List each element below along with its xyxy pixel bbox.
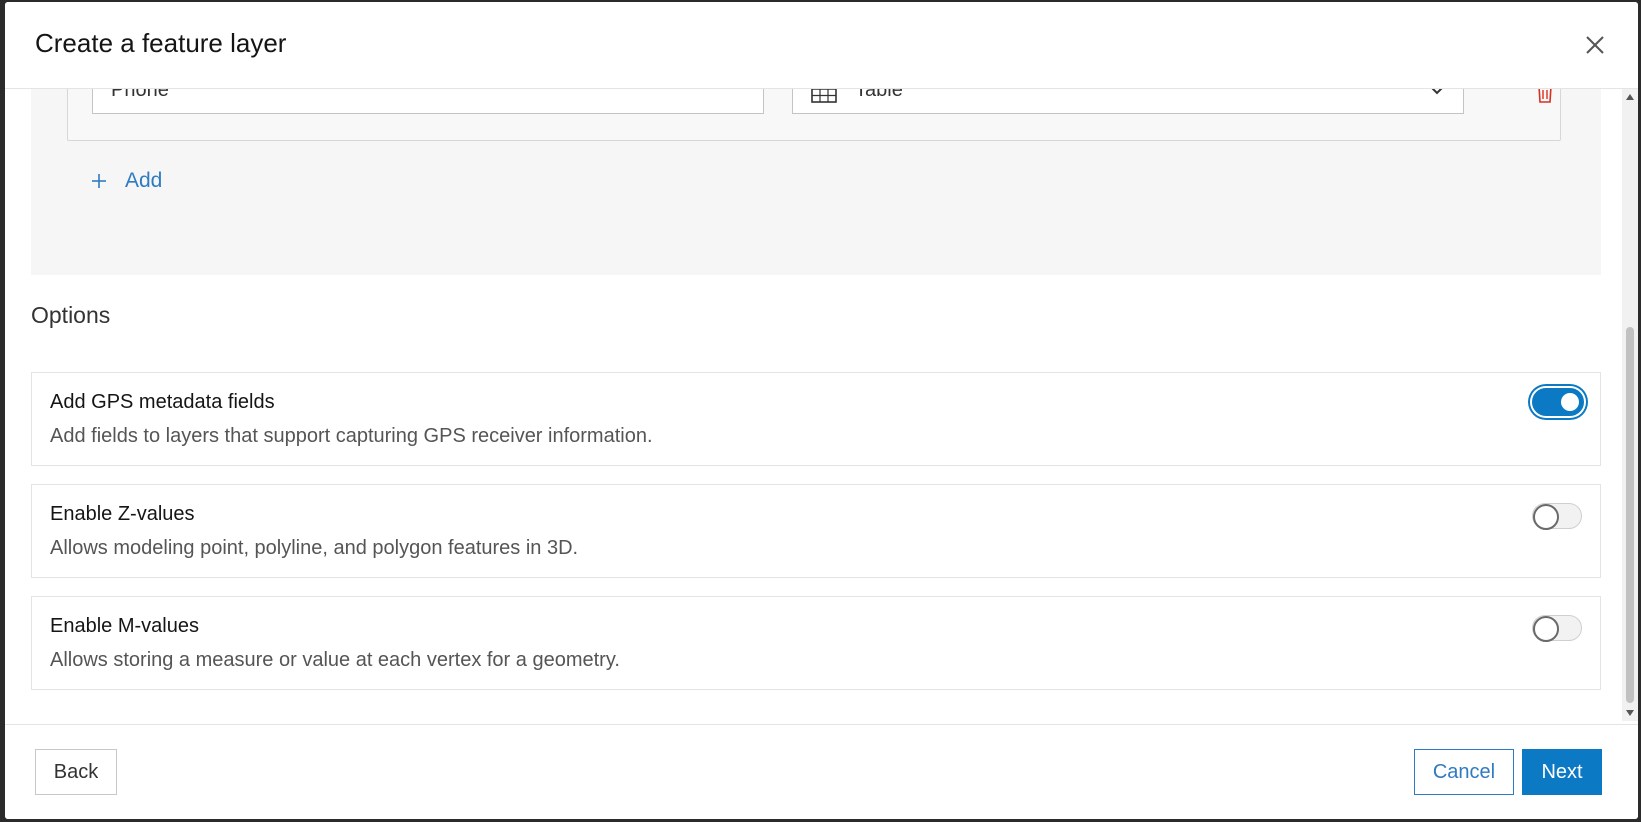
chevron-down-icon: [1431, 89, 1443, 95]
close-icon: [1586, 36, 1604, 54]
gps-metadata-toggle[interactable]: [1532, 388, 1584, 416]
z-values-toggle[interactable]: [1532, 503, 1582, 530]
plus-icon: [91, 173, 107, 189]
layer-type-select[interactable]: Table: [792, 89, 1464, 114]
toggle-knob: [1533, 616, 1559, 642]
vertical-scrollbar[interactable]: [1622, 89, 1638, 721]
layer-type-value: Table: [855, 89, 903, 101]
scrollbar-thumb[interactable]: [1626, 327, 1634, 703]
option-gps-metadata: Add GPS metadata fields Add fields to la…: [31, 372, 1601, 466]
option-title: Enable Z-values: [50, 503, 195, 525]
option-description: Allows storing a measure or value at eac…: [50, 649, 620, 671]
scroll-down-arrow-icon[interactable]: [1625, 709, 1635, 717]
cancel-button[interactable]: Cancel: [1414, 749, 1514, 795]
field-row-card: Phone Table: [67, 89, 1561, 141]
table-icon: [811, 89, 837, 103]
option-description: Allows modeling point, polyline, and pol…: [50, 537, 579, 559]
dialog-footer: Back Cancel Next: [5, 724, 1638, 819]
back-button[interactable]: Back: [35, 749, 117, 795]
m-values-toggle[interactable]: [1532, 615, 1582, 642]
delete-field-button[interactable]: [1536, 89, 1554, 109]
option-m-values: Enable M-values Allows storing a measure…: [31, 596, 1601, 690]
option-description: Add fields to layers that support captur…: [50, 425, 653, 447]
add-field-label: Add: [125, 169, 163, 192]
trash-icon: [1538, 89, 1552, 103]
layer-name-input[interactable]: Phone: [92, 89, 764, 114]
option-z-values: Enable Z-values Allows modeling point, p…: [31, 484, 1601, 578]
close-button[interactable]: [1578, 28, 1612, 62]
option-title: Add GPS metadata fields: [50, 391, 275, 413]
toggle-knob: [1561, 393, 1579, 411]
add-field-button[interactable]: Add: [91, 169, 162, 193]
dialog-body: Phone Table Add Options Add GPS metadata…: [5, 89, 1638, 725]
next-button[interactable]: Next: [1522, 749, 1602, 795]
scroll-up-arrow-icon[interactable]: [1625, 93, 1635, 101]
dialog-header: Create a feature layer: [5, 2, 1638, 89]
create-feature-layer-dialog: Create a feature layer Phone Table Add O…: [5, 2, 1638, 819]
option-title: Enable M-values: [50, 615, 199, 637]
toggle-knob: [1533, 504, 1559, 530]
fields-section: Phone Table Add: [31, 89, 1601, 275]
options-heading: Options: [31, 302, 111, 328]
dialog-title: Create a feature layer: [35, 28, 287, 58]
